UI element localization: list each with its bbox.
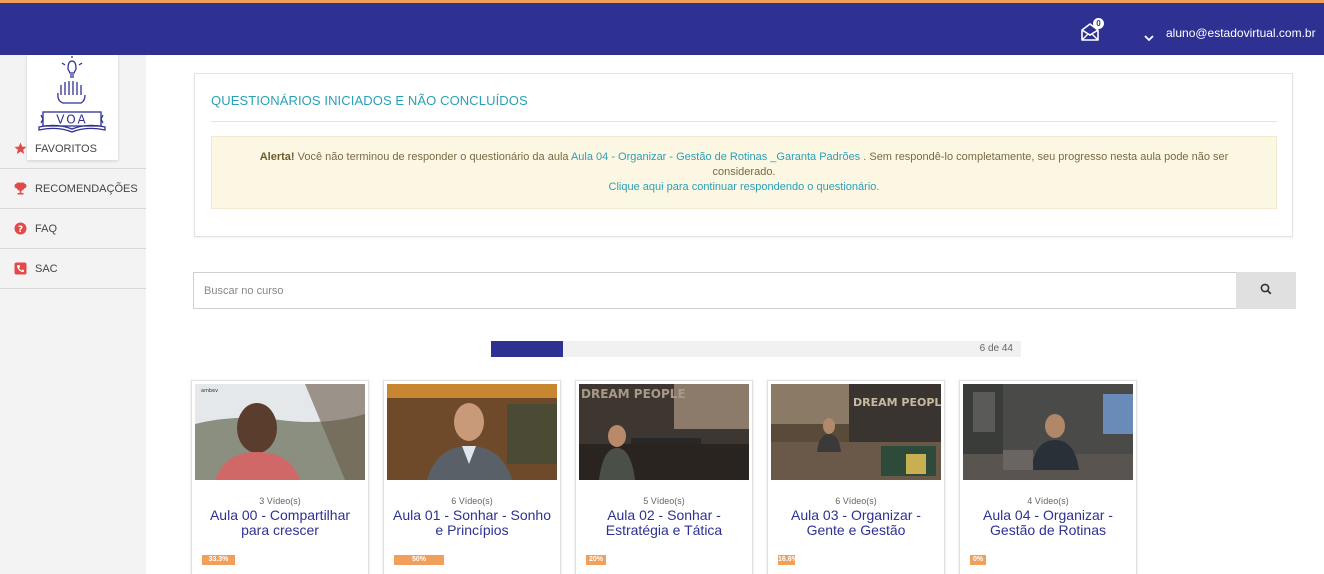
lesson-thumbnail: DREAM PEOPLE [579,384,749,480]
sidebar-item-label: FAQ [35,222,58,235]
warning-alert: Alerta! Você não terminou de responder o… [211,136,1277,209]
sidebar-item-recomendacoes[interactable]: RECOMENDAÇÕES [0,169,146,209]
mail-count-badge: 0 [1093,18,1104,29]
lesson-card[interactable]: DREAM PEOPLE 6 Vídeo(s) Aula 03 - Organi… [767,380,945,574]
alert-strong: Alerta! [259,151,295,163]
lesson-title: Aula 02 - Sonhar - Estratégia e Tática [605,507,723,538]
sidebar: VOA FAVORITOS RECOMENDAÇÕES ? FAQ SAC [0,55,146,574]
lesson-title: Aula 04 - Organizar - Gestão de Rotinas [983,507,1113,538]
lesson-title: Aula 03 - Organizar - Gente e Gestão [791,507,921,538]
thumb-wall-text: DREAM PEOPLE [853,396,941,409]
lesson-card[interactable]: 6 Vídeo(s) Aula 01 - Sonhar - Sonho e Pr… [383,380,561,574]
sidebar-menu: FAVORITOS RECOMENDAÇÕES ? FAQ SAC [0,129,146,289]
course-progress-bar: 6 de 44 [491,341,1021,357]
search-icon [1260,283,1272,295]
course-progress-text: 6 de 44 [979,343,1013,354]
lesson-video-count: 5 Vídeo(s) [643,496,685,506]
question-circle-icon: ? [14,222,27,235]
sidebar-item-label: RECOMENDAÇÕES [35,182,138,195]
lesson-progress-badge: 0% [970,555,986,565]
svg-text:?: ? [18,225,23,235]
logo-text: VOA [56,113,87,127]
lesson-card[interactable]: ambev 3 Vídeo(s) Aula 00 - Compartilhar … [191,380,369,574]
panel-title: QUESTIONÁRIOS INICIADOS E NÃO CONCLUÍDOS [211,93,528,108]
top-navbar: 0 aluno@estadovirtual.com.br [0,3,1324,55]
lesson-video-count: 3 Vídeo(s) [259,496,301,506]
incomplete-questionnaires-panel: QUESTIONÁRIOS INICIADOS E NÃO CONCLUÍDOS… [194,73,1293,237]
search-input[interactable] [193,272,1236,309]
panel-divider [211,121,1277,122]
phone-icon [14,262,27,275]
lesson-thumbnail [387,384,557,480]
user-email-menu[interactable]: aluno@estadovirtual.com.br [1166,26,1316,40]
search-button[interactable] [1236,272,1296,309]
sidebar-item-faq[interactable]: ? FAQ [0,209,146,249]
continue-questionnaire-link[interactable]: Clique aqui para continuar respondendo o… [609,181,880,193]
lesson-progress-badge: 16.6% [778,555,798,565]
course-progress-fill [491,341,564,357]
lesson-thumbnail: DREAM PEOPLE [771,384,941,480]
lesson-card[interactable]: 4 Vídeo(s) Aula 04 - Organizar - Gestão … [959,380,1137,574]
thumb-wall-text: DREAM PEOPLE [581,387,686,401]
lesson-thumbnail: ambev [195,384,365,480]
lesson-video-count: 4 Vídeo(s) [1027,496,1069,506]
lesson-title: Aula 01 - Sonhar - Sonho e Princípios [393,507,551,538]
lesson-progress-badge: 50% [394,555,444,565]
star-icon [14,142,27,154]
lesson-video-count: 6 Vídeo(s) [451,496,493,506]
chevron-down-icon[interactable] [1143,33,1155,43]
alert-text: Você não terminou de responder o questio… [294,151,571,163]
lesson-progress-badge: 33.3% [202,555,235,565]
sidebar-item-label: SAC [35,262,58,275]
lesson-thumbnail [963,384,1133,480]
lesson-title: Aula 00 - Compartilhar para crescer [209,507,351,538]
sidebar-item-label: FAVORITOS [35,142,97,155]
lesson-progress-badge: 20% [586,555,606,565]
lesson-video-count: 6 Vídeo(s) [835,496,877,506]
course-search [193,272,1296,309]
lesson-card[interactable]: DREAM PEOPLE 5 Vídeo(s) Aula 02 - Sonhar… [575,380,753,574]
alert-lesson-link[interactable]: Aula 04 - Organizar - Gestão de Rotinas … [571,151,860,163]
trophy-icon [14,182,27,195]
sidebar-item-favoritos[interactable]: FAVORITOS [0,129,146,169]
thumb-brand-text: ambev [201,388,218,394]
sidebar-item-sac[interactable]: SAC [0,249,146,289]
